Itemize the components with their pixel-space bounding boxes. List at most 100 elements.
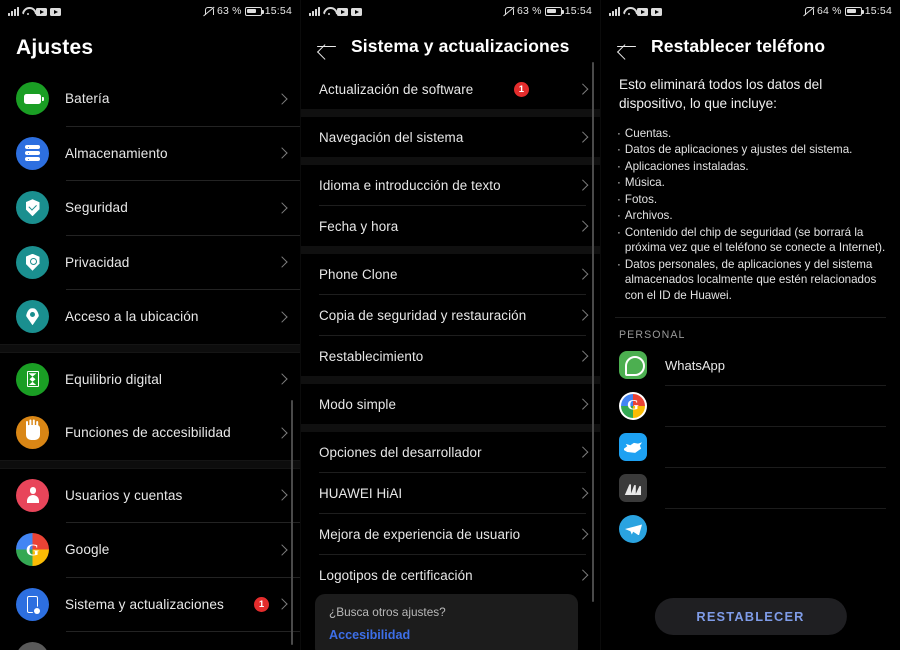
sidebar-item-acceso-ubicacion[interactable]: Acceso a la ubicación [0,290,300,344]
status-left-icons [309,6,362,16]
battery-icon [16,82,49,116]
chevron-right-icon [276,93,288,105]
reset-phone-panel: 64 % 15:54 Restablecer teléfono Esto eli… [600,0,900,650]
page-title: Ajustes [16,36,94,59]
header: Restablecer teléfono [601,22,900,69]
list-item-label: Restablecimiento [319,348,424,364]
app-label: WhatsApp [665,357,725,373]
status-bar-left: 63 % 15:54 [0,0,300,22]
list-item-phone-clone[interactable]: Phone Clone [301,254,600,294]
status-bar-right: 64 % 15:54 [601,0,900,22]
google-icon: G [619,392,647,421]
wifi-icon [623,7,634,16]
battery-percent: 63 % [516,5,542,17]
list-item: · Fotos. [617,192,886,208]
chevron-right-icon [276,373,288,385]
sidebar-item-label: Almacenamiento [65,145,168,161]
chevron-right-icon [576,398,588,410]
whatsapp-icon [619,351,647,380]
scrollbar-left[interactable] [290,400,293,645]
sidebar-item-almacenamiento[interactable]: Almacenamiento [0,127,300,181]
hourglass-icon [16,362,49,396]
video-icon [651,7,662,16]
battery-icon [544,6,564,16]
hint-link-accesibilidad[interactable]: Accesibilidad [329,628,564,642]
sidebar-item-sistema-actualizaciones[interactable]: Sistema y actualizaciones 1 [0,578,300,632]
chevron-right-icon [576,350,588,362]
sidebar-item-label: Seguridad [65,200,128,216]
list-item-label: Mejora de experiencia de usuario [319,526,521,542]
group-separator [301,424,600,432]
back-arrow-icon[interactable] [317,38,337,56]
list-item-huawei-hiai[interactable]: HUAWEI HiAI [301,473,600,513]
list-item-twitter[interactable] [601,427,900,467]
bullet-icon: · [617,209,621,223]
reset-bullet-list: · Cuentas. · Datos de aplicaciones y aju… [601,114,900,304]
status-right-icons: 64 % 15:54 [803,5,892,17]
chevron-right-icon [276,202,288,214]
page-title: Restablecer teléfono [651,36,826,56]
list-item-actualizacion-software[interactable]: Actualización de software 1 [301,69,600,109]
chevron-right-icon [276,489,288,501]
chevron-right-icon [276,427,288,439]
list-item-adidas[interactable] [601,468,900,508]
list-item-navegacion-sistema[interactable]: Navegación del sistema [301,117,600,157]
list-item-label: Opciones del desarrollador [319,444,482,460]
sidebar-item-accesibilidad[interactable]: Funciones de accesibilidad [0,406,300,460]
list-item-restablecimiento[interactable]: Restablecimiento [301,336,600,376]
scrollbar-mid[interactable] [591,62,594,602]
list-item-modo-simple[interactable]: Modo simple [301,384,600,424]
list-item: · Cuentas. [617,126,886,142]
reset-button[interactable]: RESTABLECER [654,598,847,635]
back-arrow-icon[interactable] [617,38,637,56]
sidebar-item-label: Usuarios y cuentas [65,487,183,503]
settings-panel: 63 % 15:54 Ajustes Batería Almacenamient… [0,0,300,650]
clock: 15:54 [264,5,292,17]
list-item: · Datos personales, de aplicaciones y de… [617,257,886,304]
sidebar-item-google[interactable]: G Google [0,523,300,577]
list-item-whatsapp[interactable]: WhatsApp [601,345,900,385]
video-icon [50,7,61,16]
list-item-copia-seguridad[interactable]: Copia de seguridad y restauración [301,295,600,335]
chevron-right-icon [576,179,588,191]
chevron-right-icon [576,569,588,581]
list-item-fecha-hora[interactable]: Fecha y hora [301,206,600,246]
list-item: · Datos de aplicaciones y ajustes del si… [617,142,886,158]
sidebar-item-acerca-telefono[interactable]: Acerca del teléfono [0,632,300,650]
group-separator [301,157,600,165]
list-item-logotipos-certificacion[interactable]: Logotipos de certificación [301,555,600,595]
sidebar-item-usuarios-cuentas[interactable]: Usuarios y cuentas [0,469,300,523]
group-separator [0,343,300,353]
list-item-mejora-experiencia[interactable]: Mejora de experiencia de usuario [301,514,600,554]
list-item-google[interactable]: G [601,386,900,426]
list-item-idioma-texto[interactable]: Idioma e introducción de texto [301,165,600,205]
chevron-right-icon [276,311,288,323]
bullet-text: Datos personales, de aplicaciones y del … [624,257,877,302]
chevron-right-icon [276,147,288,159]
chevron-right-icon [276,256,288,268]
sidebar-item-bateria[interactable]: Batería [0,72,300,126]
bullet-text: Cuentas. [624,126,672,140]
list-item-label: Modo simple [319,396,397,412]
group-separator [301,246,600,254]
list-item-telegram[interactable] [601,509,900,549]
sidebar-item-label: Equilibrio digital [65,371,163,387]
sidebar-item-equilibrio-digital[interactable]: Equilibrio digital [0,353,300,407]
personal-app-list: WhatsApp G [601,345,900,549]
notification-badge: 1 [254,596,269,612]
sidebar-item-privacidad[interactable]: Privacidad [0,236,300,290]
sidebar-item-seguridad[interactable]: Seguridad [0,181,300,235]
chevron-right-icon [576,131,588,143]
list-item: · Música. [617,175,886,191]
wifi-icon [22,7,33,16]
list-item-label: HUAWEI HiAI [319,485,403,501]
video-icon [351,7,362,16]
list-item-label: Idioma e introducción de texto [319,177,501,193]
mute-icon [803,6,814,17]
list-item-label: Navegación del sistema [319,129,464,145]
list-item-opciones-desarrollador[interactable]: Opciones del desarrollador [301,432,600,472]
list-item-label: Actualización de software [319,81,474,97]
signal-icon [309,6,320,16]
other-settings-card: ¿Busca otros ajustes? Accesibilidad [315,594,578,650]
list-item-label: Copia de seguridad y restauración [319,307,527,323]
